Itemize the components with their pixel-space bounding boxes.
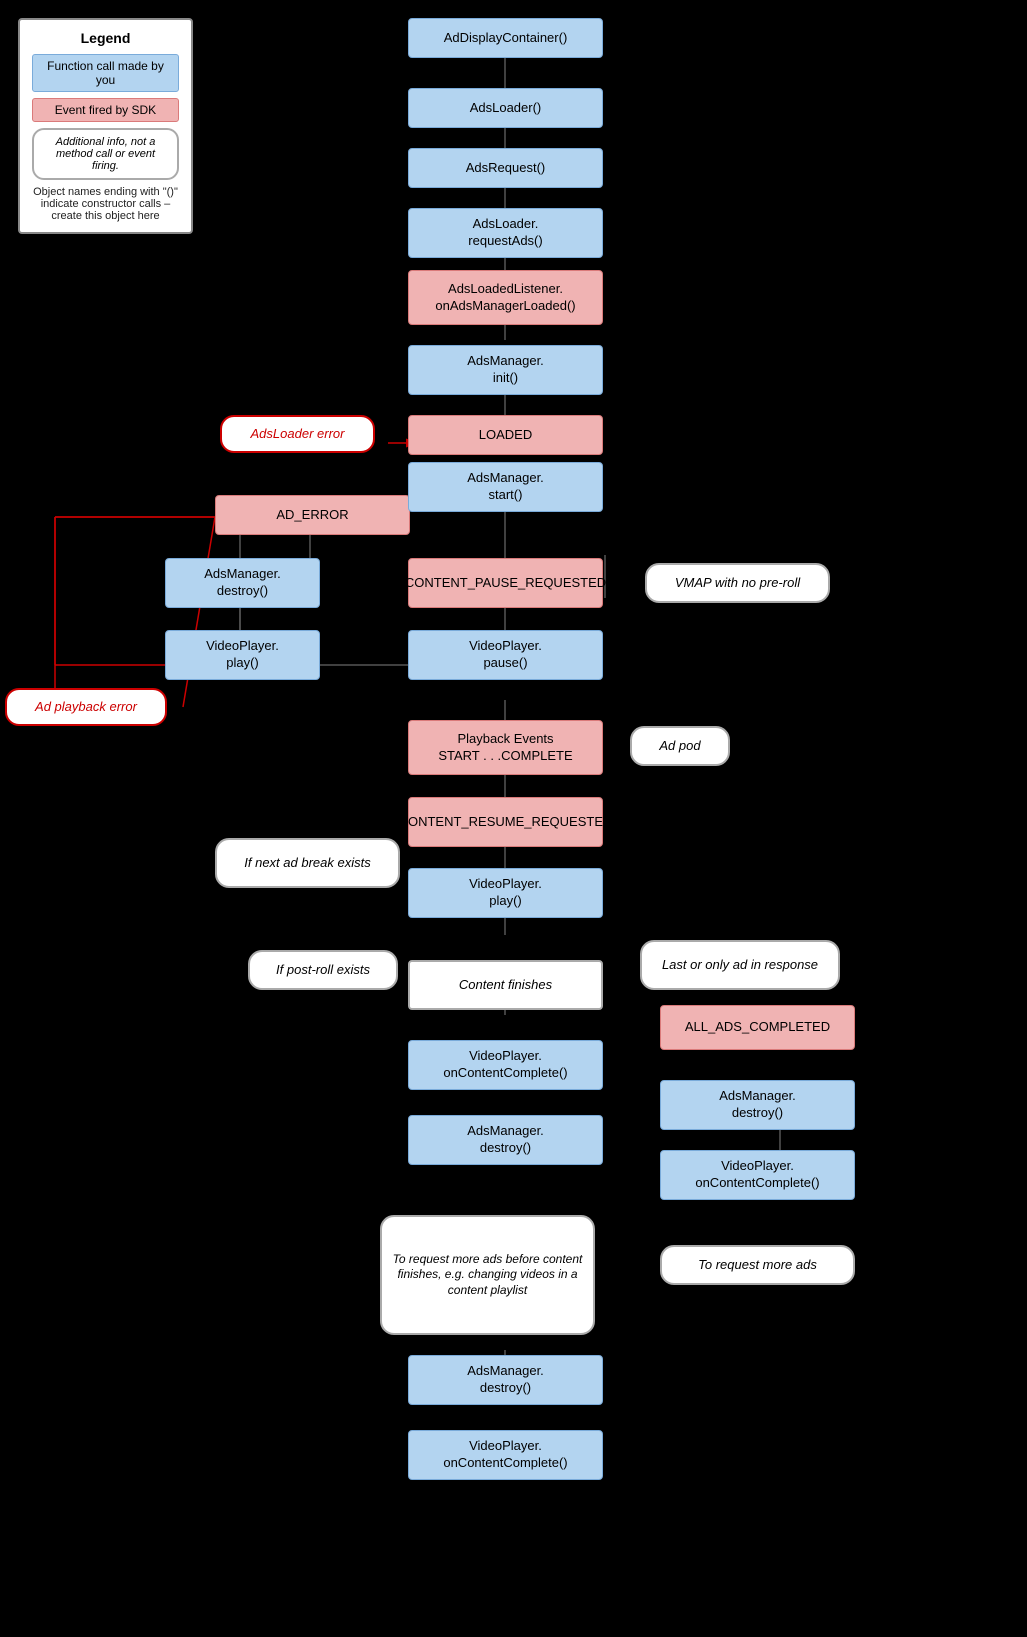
ads-manager-destroy-right-box: AdsManager. destroy(): [660, 1080, 855, 1130]
ads-manager-init-box: AdsManager. init(): [408, 345, 603, 395]
diagram-container: Legend Function call made by you Event f…: [0, 0, 1027, 1637]
ad-error-box: AD_ERROR: [215, 495, 410, 535]
adsloader-error-box: AdsLoader error: [220, 415, 375, 453]
ad-pod-box: Ad pod: [630, 726, 730, 766]
ads-loader-request-ads-box: AdsLoader. requestAds(): [408, 208, 603, 258]
video-player-oncontent-complete-box: VideoPlayer. onContentComplete(): [408, 1040, 603, 1090]
ads-manager-destroy-main-box: AdsManager. destroy(): [408, 1115, 603, 1165]
content-finishes-box: Content finishes: [408, 960, 603, 1010]
video-player-oncontent-complete-right-box: VideoPlayer. onContentComplete(): [660, 1150, 855, 1200]
video-player-play-left-box: VideoPlayer. play(): [165, 630, 320, 680]
ads-request-box: AdsRequest(): [408, 148, 603, 188]
ads-manager-destroy-left-box: AdsManager. destroy(): [165, 558, 320, 608]
to-request-more-ads-label-box: To request more ads: [660, 1245, 855, 1285]
all-ads-completed-box: ALL_ADS_COMPLETED: [660, 1005, 855, 1050]
legend-box: Legend Function call made by you Event f…: [18, 18, 193, 234]
legend-blue-item: Function call made by you: [32, 54, 179, 92]
vmap-no-preroll-box: VMAP with no pre-roll: [645, 563, 830, 603]
if-post-roll-box: If post-roll exists: [248, 950, 398, 990]
ads-loader-box: AdsLoader(): [408, 88, 603, 128]
ads-manager-destroy-bottom-box: AdsManager. destroy(): [408, 1355, 603, 1405]
ad-playback-error-box: Ad playback error: [5, 688, 167, 726]
legend-italic-box: Additional info, not a method call or ev…: [32, 128, 179, 180]
video-player-pause-box: VideoPlayer. pause(): [408, 630, 603, 680]
legend-pink-item: Event fired by SDK: [32, 98, 179, 122]
if-next-ad-break-box: If next ad break exists: [215, 838, 400, 888]
legend-note: Object names ending with "()" indicate c…: [32, 186, 179, 222]
content-pause-requested-box: CONTENT_PAUSE_REQUESTED: [408, 558, 603, 608]
to-request-more-ads-box: To request more ads before content finis…: [380, 1215, 595, 1335]
legend-title: Legend: [32, 30, 179, 46]
ads-loaded-listener-box: AdsLoadedListener. onAdsManagerLoaded(): [408, 270, 603, 325]
content-resume-requested-box: CONTENT_RESUME_REQUESTED: [408, 797, 603, 847]
ad-display-container-box: AdDisplayContainer(): [408, 18, 603, 58]
last-only-ad-box: Last or only ad in response: [640, 940, 840, 990]
video-player-oncontent-complete-bottom-box: VideoPlayer. onContentComplete(): [408, 1430, 603, 1480]
playback-events-box: Playback Events START . . .COMPLETE: [408, 720, 603, 775]
loaded-box: LOADED: [408, 415, 603, 455]
ads-manager-start-box: AdsManager. start(): [408, 462, 603, 512]
legend-pink-box: Event fired by SDK: [32, 98, 179, 122]
legend-blue-box: Function call made by you: [32, 54, 179, 92]
video-player-play-mid-box: VideoPlayer. play(): [408, 868, 603, 918]
